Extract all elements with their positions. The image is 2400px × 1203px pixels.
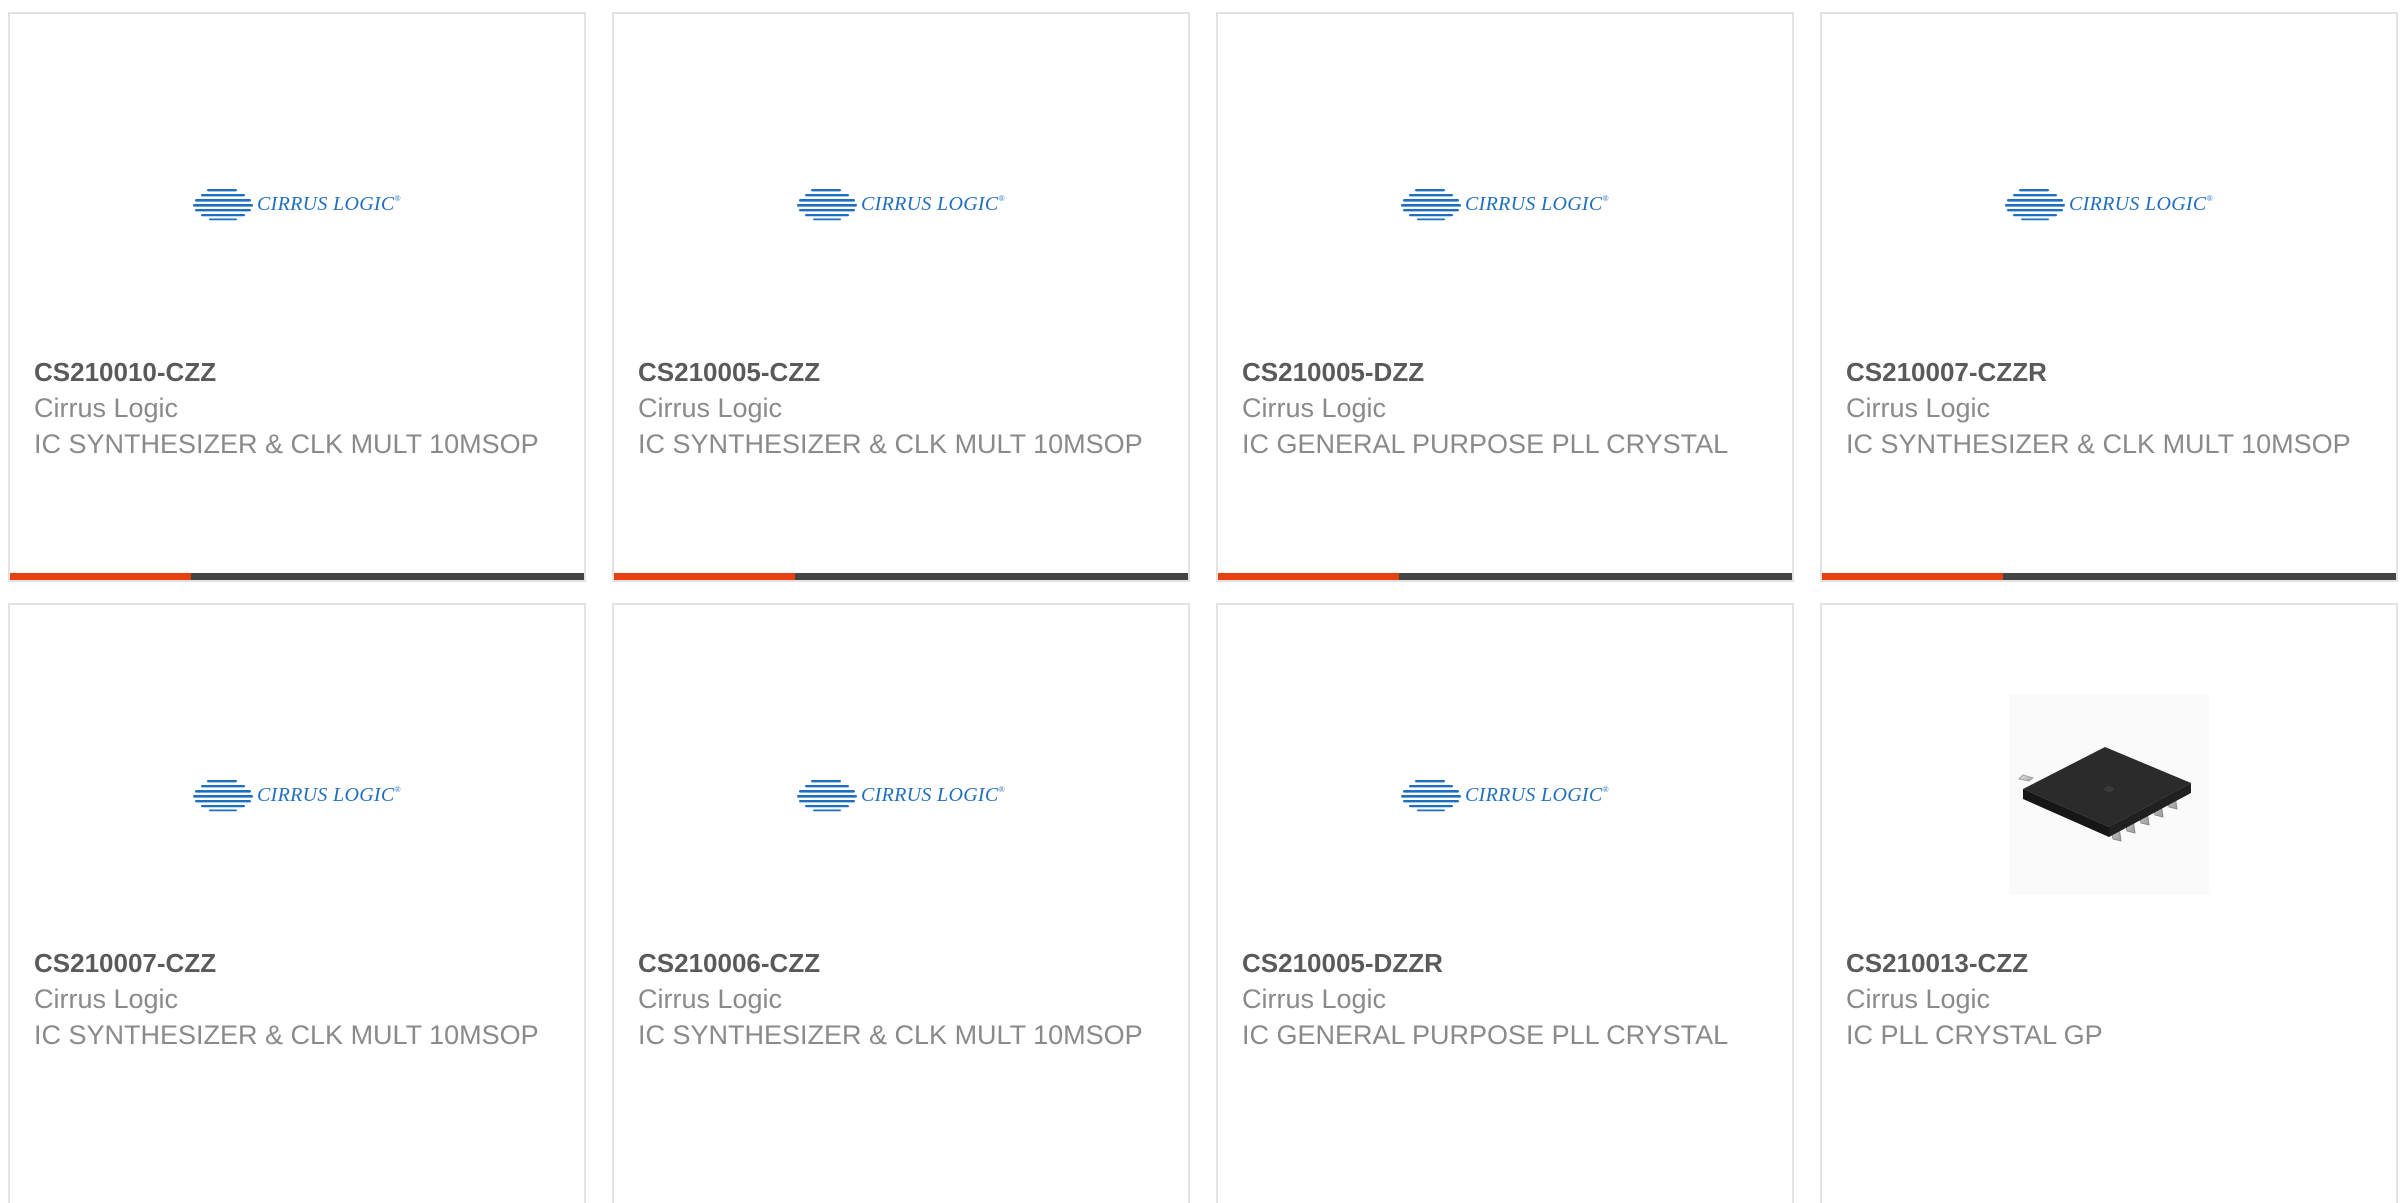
product-description: IC GENERAL PURPOSE PLL CRYSTAL (1242, 1020, 1729, 1050)
logo-text: CIRRUS LOGIC (257, 192, 395, 215)
progress-bar (1218, 573, 1792, 580)
cirrus-logic-logo: CIRRUS LOGIC® (797, 778, 1005, 812)
part-number-link[interactable]: CS210006-CZZ (638, 945, 1168, 981)
product-description: IC GENERAL PURPOSE PLL CRYSTAL (1242, 429, 1729, 459)
product-info: CS210005-DZZR Cirrus Logic IC GENERAL PURP… (1242, 945, 1772, 1053)
logo-swoosh-icon (1401, 780, 1462, 812)
logo-text: CIRRUS LOGIC (1465, 783, 1603, 806)
part-number-link[interactable]: CS210013-CZZ (1846, 945, 2376, 981)
product-card[interactable]: CIRRUS LOGIC® CS210005-CZZ Cirrus Logic IC… (612, 12, 1190, 582)
manufacturer-name: Cirrus Logic (34, 984, 179, 1014)
product-description: IC SYNTHESIZER & CLK MULT 10MSOP (638, 1020, 1143, 1050)
product-image[interactable]: CIRRUS LOGIC® (614, 134, 1188, 274)
product-card[interactable]: CIRRUS LOGIC® CS210010-CZZ Cirrus Logic IC… (8, 12, 586, 582)
product-info: CS210007-CZZ Cirrus Logic IC SYNTHESIZER &… (34, 945, 564, 1053)
product-card[interactable]: CS210013-CZZ Cirrus Logic IC PLL CRYSTAL G… (1820, 603, 2398, 1203)
product-card[interactable]: CIRRUS LOGIC® CS210007-CZZR Cirrus Logic I… (1820, 12, 2398, 582)
logo-swoosh-icon (797, 189, 858, 221)
msop-chip-icon (2017, 747, 2191, 842)
cirrus-logic-logo: CIRRUS LOGIC® (2005, 187, 2213, 221)
cirrus-logic-logo: CIRRUS LOGIC® (797, 187, 1005, 221)
product-info: CS210010-CZZ Cirrus Logic IC SYNTHESIZER &… (34, 354, 564, 462)
product-image[interactable]: CIRRUS LOGIC® (1218, 134, 1792, 274)
cirrus-logic-logo: CIRRUS LOGIC® (193, 187, 401, 221)
product-image[interactable]: CIRRUS LOGIC® (10, 725, 584, 865)
progress-bar (10, 573, 584, 580)
logo-text: CIRRUS LOGIC (2069, 192, 2207, 215)
logo-swoosh-icon (2005, 189, 2066, 221)
progress-bar (614, 573, 1188, 580)
logo-text: CIRRUS LOGIC (861, 192, 999, 215)
product-photo (2009, 695, 2209, 895)
product-image[interactable]: CIRRUS LOGIC® (614, 725, 1188, 865)
logo-swoosh-icon (193, 189, 254, 221)
product-card[interactable]: CIRRUS LOGIC® CS210005-DZZR Cirrus Logic I… (1216, 603, 1794, 1203)
logo-text: CIRRUS LOGIC (861, 783, 999, 806)
logo-swoosh-icon (797, 780, 858, 812)
product-info: CS210006-CZZ Cirrus Logic IC SYNTHESIZER &… (638, 945, 1168, 1053)
part-number-link[interactable]: CS210005-DZZ (1242, 354, 1772, 390)
product-image[interactable]: CIRRUS LOGIC® (1822, 134, 2396, 274)
logo-text: CIRRUS LOGIC (257, 783, 395, 806)
progress-bar-fill (614, 573, 795, 580)
progress-bar-fill (1822, 573, 2003, 580)
progress-bar-fill (1218, 573, 1399, 580)
product-info: CS210007-CZZR Cirrus Logic IC SYNTHESIZER … (1846, 354, 2376, 462)
product-info: CS210005-CZZ Cirrus Logic IC SYNTHESIZER &… (638, 354, 1168, 462)
product-info: CS210013-CZZ Cirrus Logic IC PLL CRYSTAL G… (1846, 945, 2376, 1053)
cirrus-logic-logo: CIRRUS LOGIC® (1401, 187, 1609, 221)
manufacturer-name: Cirrus Logic (34, 393, 179, 423)
progress-bar (1822, 573, 2396, 580)
manufacturer-name: Cirrus Logic (638, 393, 783, 423)
product-image[interactable]: CIRRUS LOGIC® (1218, 725, 1792, 865)
progress-bar-fill (10, 573, 191, 580)
product-image[interactable] (1822, 695, 2396, 895)
manufacturer-name: Cirrus Logic (1846, 984, 1991, 1014)
product-description: IC SYNTHESIZER & CLK MULT 10MSOP (638, 429, 1143, 459)
part-number-link[interactable]: CS210007-CZZR (1846, 354, 2376, 390)
product-grid: CIRRUS LOGIC® CS210010-CZZ Cirrus Logic IC… (8, 12, 2400, 1203)
product-info: CS210005-DZZ Cirrus Logic IC GENERAL PURPO… (1242, 354, 1772, 462)
logo-swoosh-icon (1401, 189, 1462, 221)
manufacturer-name: Cirrus Logic (1242, 393, 1387, 423)
product-description: IC SYNTHESIZER & CLK MULT 10MSOP (34, 429, 539, 459)
part-number-link[interactable]: CS210010-CZZ (34, 354, 564, 390)
manufacturer-name: Cirrus Logic (1242, 984, 1387, 1014)
logo-swoosh-icon (193, 780, 254, 812)
part-number-link[interactable]: CS210005-DZZR (1242, 945, 1772, 981)
logo-text: CIRRUS LOGIC (1465, 192, 1603, 215)
part-number-link[interactable]: CS210005-CZZ (638, 354, 1168, 390)
product-card[interactable]: CIRRUS LOGIC® CS210006-CZZ Cirrus Logic IC… (612, 603, 1190, 1203)
product-card[interactable]: CIRRUS LOGIC® CS210007-CZZ Cirrus Logic IC… (8, 603, 586, 1203)
product-image[interactable]: CIRRUS LOGIC® (10, 134, 584, 274)
product-description: IC SYNTHESIZER & CLK MULT 10MSOP (34, 1020, 539, 1050)
manufacturer-name: Cirrus Logic (638, 984, 783, 1014)
product-description: IC PLL CRYSTAL GP (1846, 1020, 2103, 1050)
cirrus-logic-logo: CIRRUS LOGIC® (193, 778, 401, 812)
part-number-link[interactable]: CS210007-CZZ (34, 945, 564, 981)
cirrus-logic-logo: CIRRUS LOGIC® (1401, 778, 1609, 812)
manufacturer-name: Cirrus Logic (1846, 393, 1991, 423)
product-description: IC SYNTHESIZER & CLK MULT 10MSOP (1846, 429, 2351, 459)
product-card[interactable]: CIRRUS LOGIC® CS210005-DZZ Cirrus Logic IC… (1216, 12, 1794, 582)
